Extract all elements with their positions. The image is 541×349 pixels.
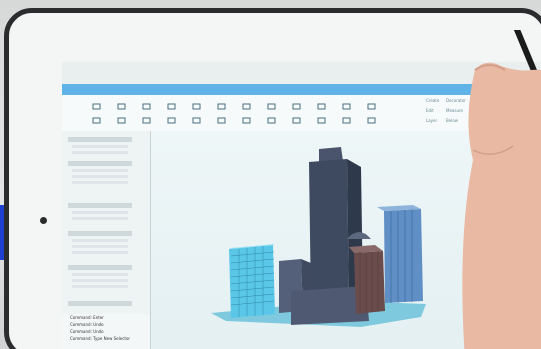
- command-line-entry: Command: Type New Selector: [70, 336, 131, 341]
- circle-icon[interactable]: [92, 117, 101, 124]
- right-panel-label[interactable]: Layer: [426, 118, 437, 123]
- pause-icon[interactable]: [317, 117, 326, 124]
- rect-icon[interactable]: [217, 103, 226, 110]
- command-line[interactable]: Command: Enter Command: Undo Command: Un…: [62, 314, 150, 349]
- camera-icon: [40, 217, 47, 224]
- panel-header[interactable]: [68, 161, 132, 166]
- pen-icon[interactable]: [342, 103, 351, 110]
- panel-header[interactable]: [68, 203, 132, 208]
- doc-icon[interactable]: [267, 117, 276, 124]
- cylinder-icon[interactable]: [242, 103, 251, 110]
- building-brown: [354, 251, 385, 314]
- hand-with-stylus: [462, 30, 541, 349]
- panel-row[interactable]: [72, 151, 128, 154]
- building-left: [229, 245, 275, 318]
- panel-row[interactable]: [72, 175, 128, 178]
- hand: [462, 62, 541, 349]
- right-panel-label[interactable]: Edit: [426, 108, 434, 113]
- panel-row[interactable]: [72, 273, 128, 276]
- panel-row[interactable]: [72, 285, 128, 288]
- refresh-icon[interactable]: [92, 103, 101, 110]
- panel-row[interactable]: [72, 245, 128, 248]
- fold-icon[interactable]: [342, 117, 351, 124]
- command-line-entry: Command: Undo: [70, 329, 104, 334]
- triangle-icon[interactable]: [267, 103, 276, 110]
- panel-header[interactable]: [68, 231, 132, 236]
- align-icon[interactable]: [142, 117, 151, 124]
- photo-scene: Command: Enter Command: Undo Command: Un…: [0, 0, 541, 349]
- panel-row[interactable]: [72, 211, 128, 214]
- panel-header[interactable]: [68, 137, 132, 142]
- panel-header[interactable]: [68, 265, 132, 270]
- panel-row[interactable]: [72, 169, 128, 172]
- menu-icon[interactable]: [142, 103, 151, 110]
- settings-icon[interactable]: [367, 117, 376, 124]
- right-panel-label[interactable]: Create: [426, 98, 439, 103]
- window-icon[interactable]: [317, 103, 326, 110]
- panel-row[interactable]: [72, 145, 128, 148]
- tower-main: [309, 159, 349, 307]
- command-line-entry: Command: Undo: [70, 322, 104, 327]
- globe-icon[interactable]: [167, 117, 176, 124]
- panel-row[interactable]: [72, 251, 128, 254]
- box-icon[interactable]: [292, 117, 301, 124]
- building-right: [384, 209, 423, 303]
- panel-row[interactable]: [72, 279, 128, 282]
- command-line-entry: Command: Enter: [70, 315, 104, 320]
- info-icon[interactable]: [367, 103, 376, 110]
- bars-icon[interactable]: [192, 103, 201, 110]
- copy-icon[interactable]: [167, 103, 176, 110]
- panel-row[interactable]: [72, 181, 128, 184]
- panel-icon[interactable]: [292, 103, 301, 110]
- panel-header[interactable]: [68, 301, 132, 306]
- note-icon[interactable]: [242, 117, 251, 124]
- panel-row[interactable]: [72, 217, 128, 220]
- move-icon[interactable]: [117, 103, 126, 110]
- search-icon[interactable]: [217, 117, 226, 124]
- grid-icon[interactable]: [192, 117, 201, 124]
- door-icon[interactable]: [117, 117, 126, 124]
- panel-row[interactable]: [72, 239, 128, 242]
